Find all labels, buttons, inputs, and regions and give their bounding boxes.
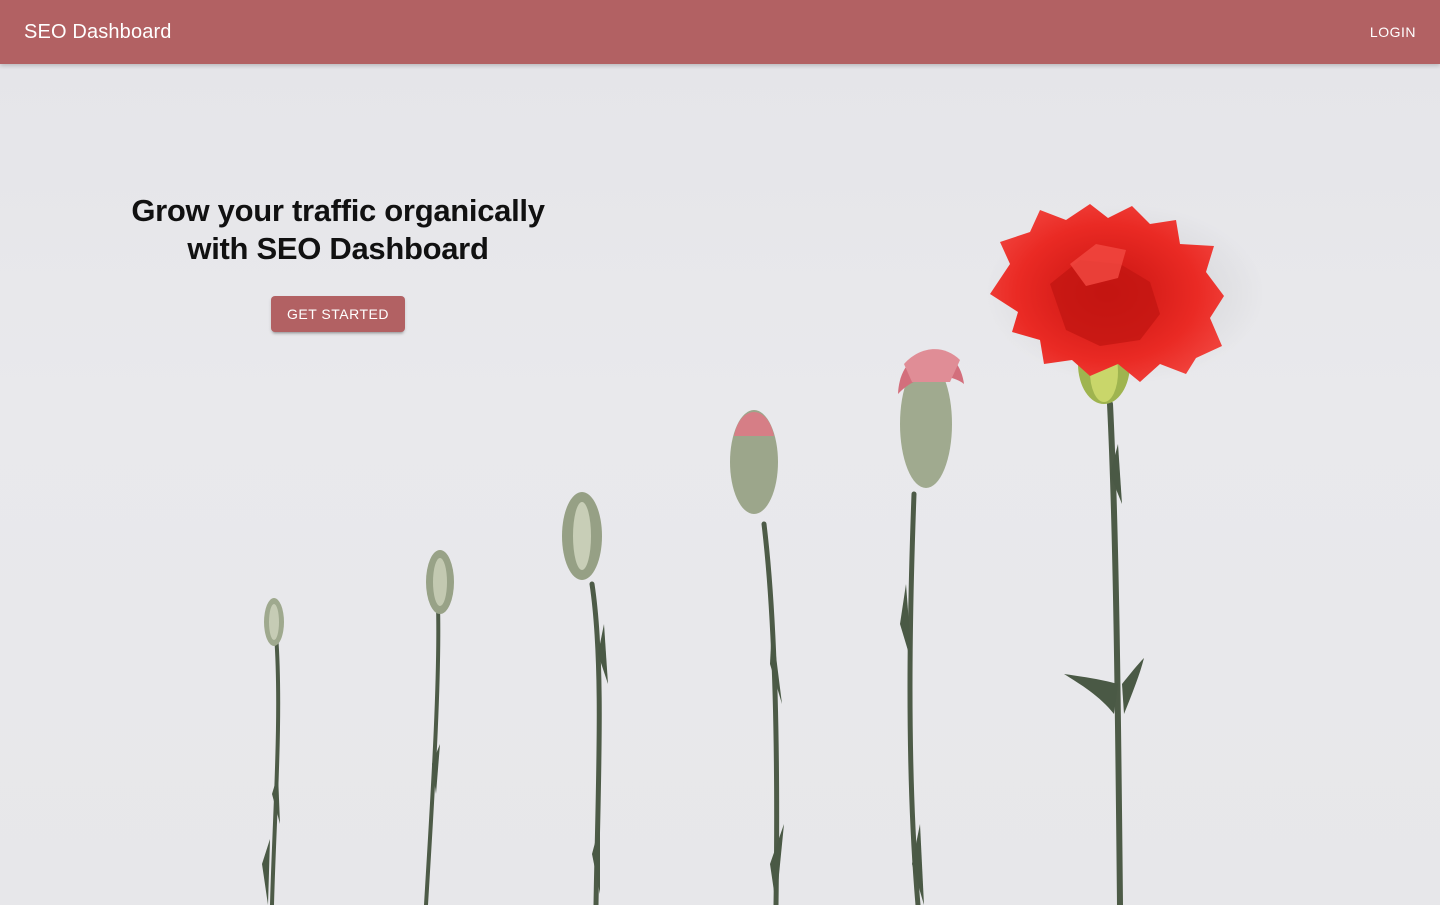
app-bar: SEO Dashboard LOGIN	[0, 0, 1440, 64]
app-title[interactable]: SEO Dashboard	[24, 21, 172, 44]
login-button[interactable]: LOGIN	[1359, 16, 1427, 48]
hero-heading-line-1: Grow your traffic organically	[131, 193, 545, 228]
flower-stems	[270, 401, 1123, 905]
leaves	[262, 444, 1144, 905]
flower-buds	[264, 349, 964, 646]
hero-heading-line-2: with SEO Dashboard	[187, 231, 489, 266]
red-carnation	[985, 204, 1265, 404]
hero-heading: Grow your traffic organically with SEO D…	[88, 192, 588, 268]
hero-illustration	[262, 204, 1265, 905]
get-started-button[interactable]: GET STARTED	[271, 296, 405, 332]
hero-section: Grow your traffic organically with SEO D…	[0, 64, 1440, 905]
hero-copy: Grow your traffic organically with SEO D…	[88, 192, 588, 332]
